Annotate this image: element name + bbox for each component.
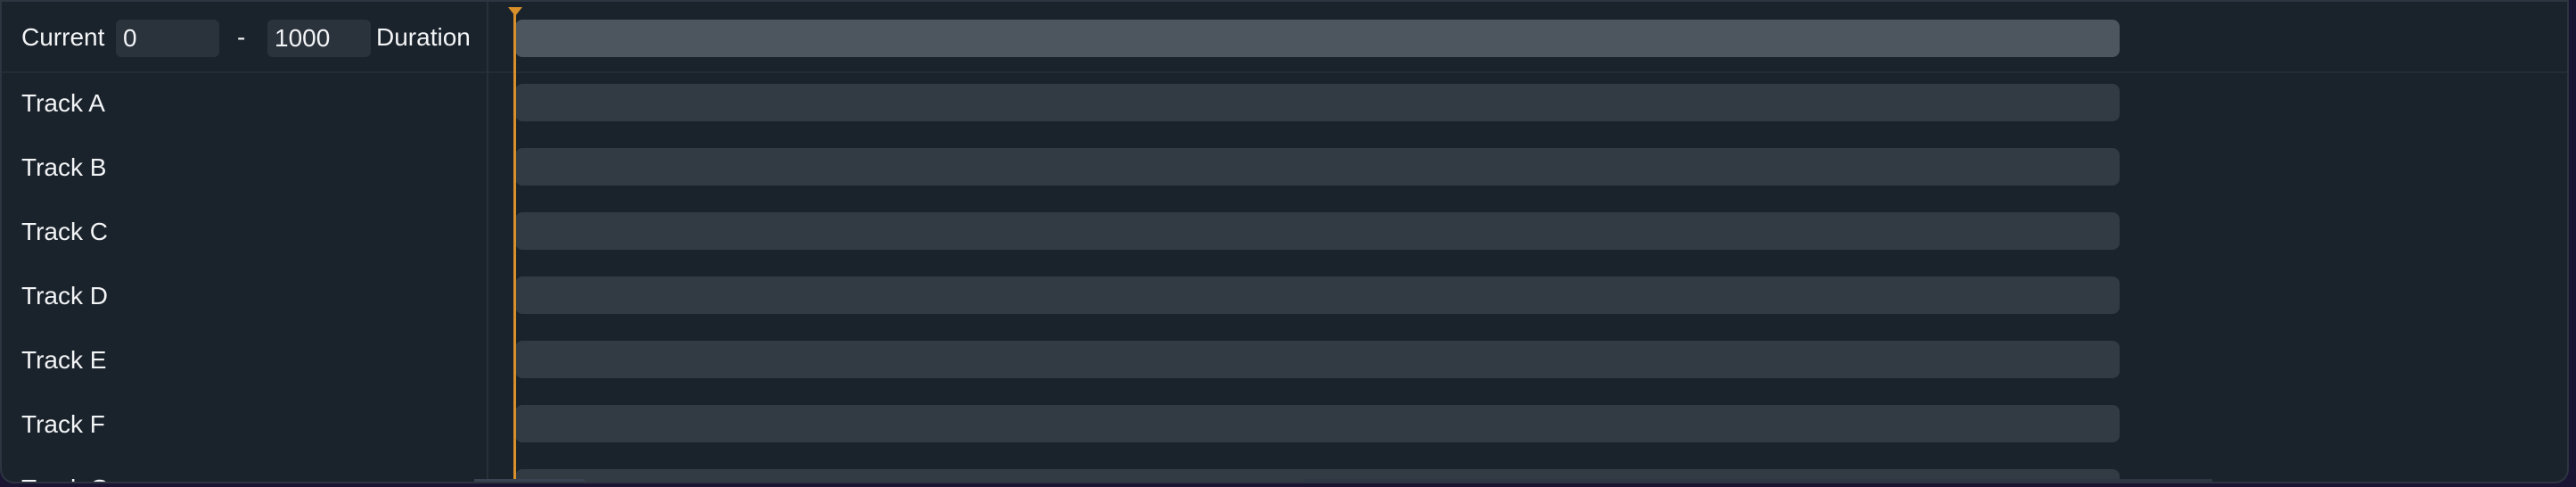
track-label-d: Track D [21,282,108,310]
range-bar[interactable] [515,20,2120,57]
track-label-f: Track F [21,410,105,438]
range-separator: - [237,23,246,51]
track-labels-panel: Current - Duration Track A Track B Track… [2,2,488,482]
track-label-e: Track E [21,346,107,374]
range-controls: Current - Duration [2,2,487,73]
track-bar-e[interactable] [515,341,2120,378]
playhead-handle-icon[interactable] [508,7,522,16]
track-bar-a[interactable] [515,84,2120,121]
scrollbar-track-segment [1713,479,2212,482]
range-bar-row [488,2,2567,73]
scrollbar-track-segment [1303,479,1713,482]
track-bar-f[interactable] [515,405,2120,442]
timeline-editor: Current - Duration Track A Track B Track… [0,0,2569,483]
track-bar-d[interactable] [515,277,2120,314]
current-label: Current [21,23,105,51]
timeline-area[interactable] [488,2,2567,482]
track-label-a: Track A [21,89,105,117]
range-start-input[interactable] [116,20,219,57]
playhead[interactable] [513,9,516,482]
scrollbar-thumb[interactable] [474,479,585,482]
duration-label: Duration [376,23,471,51]
track-bar-b[interactable] [515,148,2120,186]
track-label-b: Track B [21,153,107,181]
horizontal-scrollbar[interactable] [2,478,2567,482]
track-label-c: Track C [21,218,108,245]
track-bar-c[interactable] [515,212,2120,250]
range-end-input[interactable] [267,20,371,57]
